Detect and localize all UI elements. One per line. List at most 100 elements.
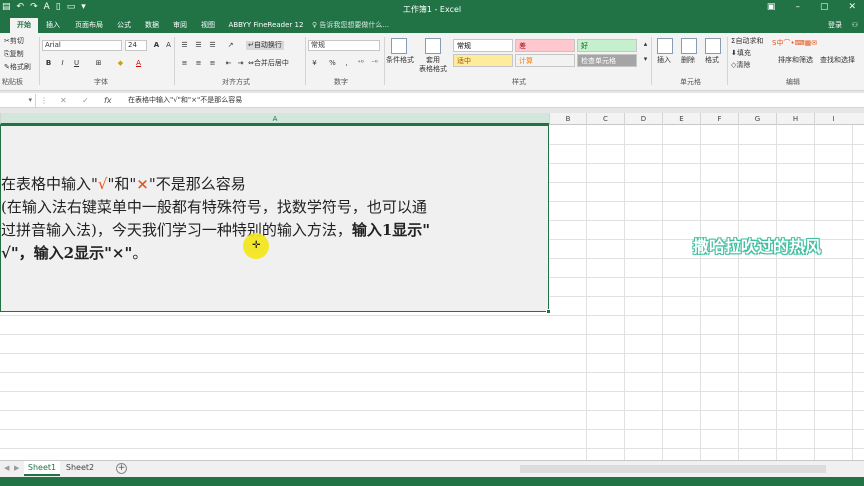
style-bad[interactable]: 差 <box>515 39 575 52</box>
insert-cells-icon[interactable] <box>657 38 673 54</box>
bold-button[interactable]: B <box>42 58 55 69</box>
share-icon[interactable]: ⚇ <box>852 18 858 33</box>
currency-icon[interactable]: ¥ <box>308 58 321 69</box>
percent-button[interactable]: % <box>326 58 339 69</box>
sheet-scroll-left-icon[interactable]: ◀ <box>4 464 9 472</box>
login-link[interactable]: 登录 <box>828 18 842 33</box>
fill-color-icon[interactable]: ◆ <box>114 58 127 69</box>
style-check-cell[interactable]: 检查单元格 <box>577 54 637 67</box>
delete-cells-icon[interactable] <box>681 38 697 54</box>
insert-function-button[interactable]: fx <box>104 94 112 107</box>
number-format-combo[interactable]: 常规 <box>308 40 380 51</box>
font-color-button[interactable]: A <box>132 58 145 69</box>
format-cells-button[interactable]: 格式 <box>705 56 719 65</box>
crosshair-cursor-icon: ✛ <box>252 240 261 251</box>
watermark: 撒哈拉吹过的热风 <box>693 237 822 256</box>
format-cells-icon[interactable] <box>705 38 721 54</box>
formula-input[interactable]: 在表格中输入"√"和"×"不是那么容易 <box>128 94 242 107</box>
cross-mark-symbol: × <box>136 175 149 193</box>
tab-data[interactable]: 数据 <box>141 18 163 33</box>
style-normal[interactable]: 常规 <box>453 39 513 52</box>
cells-group-label: 单元格 <box>680 78 701 86</box>
decrease-decimal-icon[interactable]: ⁻⁰ <box>368 58 381 69</box>
worksheet-grid[interactable]: A B C D E F G H I 在表格中输入"√"和"×"不是那么容易 (在… <box>0 113 864 460</box>
align-middle-icon[interactable]: ☰ <box>192 40 205 51</box>
row-gridline <box>0 391 864 392</box>
delete-cells-button[interactable]: 删除 <box>681 56 695 65</box>
cell-a1-selected[interactable]: 在表格中输入"√"和"×"不是那么容易 (在输入法右键菜单中一般都有特殊符号，找… <box>0 125 551 314</box>
tab-home[interactable]: 开始 <box>10 18 38 33</box>
cut-button[interactable]: ✂剪切 <box>4 37 24 46</box>
tell-me-search[interactable]: ♀ 告诉我您想要做什么... <box>312 18 389 33</box>
column-header-h[interactable]: H <box>776 113 814 125</box>
increase-indent-icon[interactable]: ⇥ <box>234 58 247 69</box>
add-sheet-button[interactable]: + <box>116 463 127 474</box>
tab-review[interactable]: 审阅 <box>169 18 191 33</box>
merge-center-button[interactable]: ⇔合并后居中 <box>248 59 289 68</box>
bold-text-segment: √"，输入2显示"×" <box>1 244 133 262</box>
insert-cells-button[interactable]: 插入 <box>657 56 671 65</box>
tab-formulas[interactable]: 公式 <box>113 18 135 33</box>
column-header-c[interactable]: C <box>586 113 624 125</box>
cell-line-3: 过拼音输入法)，今天我们学习一种特别的输入方法，输入1显示" <box>1 219 546 242</box>
table-format-button[interactable]: 套用 表格格式 <box>417 56 449 74</box>
column-header-g[interactable]: G <box>738 113 776 125</box>
name-box[interactable]: ▾ <box>0 94 36 107</box>
group-divider <box>174 37 175 85</box>
number-group-label: 数字 <box>334 78 348 86</box>
column-header-f[interactable]: F <box>700 113 738 125</box>
fill-handle[interactable] <box>546 309 551 314</box>
wrap-text-button[interactable]: ↵自动换行 <box>246 41 284 50</box>
sort-filter-button[interactable]: 排序和筛选 <box>778 56 813 65</box>
column-header-a[interactable]: A <box>0 113 549 125</box>
align-left-icon[interactable]: ≡ <box>178 58 191 69</box>
enter-entry-icon[interactable]: ✓ <box>82 94 89 107</box>
italic-button[interactable]: I <box>56 58 69 69</box>
sheet-tab-sheet2[interactable]: Sheet2 <box>62 461 98 476</box>
style-good[interactable]: 好 <box>577 39 637 52</box>
clear-button[interactable]: ◇清除 <box>731 61 750 70</box>
window-controls: ▣ – ▢ ✕ <box>767 2 856 12</box>
align-center-icon[interactable]: ≡ <box>192 58 205 69</box>
font-name-combo[interactable]: Arial <box>42 40 122 51</box>
comma-button[interactable]: , <box>340 58 353 69</box>
increase-decimal-icon[interactable]: ⁺⁰ <box>354 58 367 69</box>
font-size-combo[interactable]: 24 <box>125 40 147 51</box>
orientation-icon[interactable]: ↗ <box>224 40 237 51</box>
find-select-button[interactable]: 查找和选择 <box>820 56 855 65</box>
format-painter-button[interactable]: ✎格式刷 <box>4 63 31 72</box>
maximize-icon[interactable]: ▢ <box>820 2 829 12</box>
formula-bar-options-icon[interactable]: ⋮ <box>40 94 48 107</box>
tab-page-layout[interactable]: 页面布局 <box>70 18 108 33</box>
close-icon[interactable]: ✕ <box>848 2 856 12</box>
tab-abbyy[interactable]: ABBYY FineReader 12 <box>226 18 306 33</box>
tab-view[interactable]: 视图 <box>197 18 219 33</box>
ime-toolbar-icon[interactable]: S中⌒•⌨▦✉ <box>772 39 817 48</box>
column-header-d[interactable]: D <box>624 113 662 125</box>
column-header-b[interactable]: B <box>549 113 586 125</box>
borders-icon[interactable]: ⊞ <box>92 58 105 69</box>
column-header-e[interactable]: E <box>662 113 700 125</box>
autosum-button[interactable]: Σ自动求和 <box>731 37 763 46</box>
conditional-format-button[interactable]: 条件格式 <box>386 56 414 65</box>
style-calculation[interactable]: 计算 <box>515 54 575 67</box>
table-format-icon[interactable] <box>425 38 441 54</box>
horizontal-scrollbar[interactable] <box>520 465 826 473</box>
minimize-icon[interactable]: – <box>795 2 800 12</box>
sheet-tab-sheet1[interactable]: Sheet1 <box>24 461 60 476</box>
sheet-scroll-right-icon[interactable]: ▶ <box>14 464 19 472</box>
tab-insert[interactable]: 插入 <box>42 18 64 33</box>
clipboard-group-label: 粘贴板 <box>2 78 23 86</box>
underline-button[interactable]: U <box>70 58 83 69</box>
align-top-icon[interactable]: ☰ <box>178 40 191 51</box>
ribbon-display-icon[interactable]: ▣ <box>767 2 776 12</box>
conditional-format-icon[interactable] <box>391 38 407 54</box>
align-bottom-icon[interactable]: ☰ <box>206 40 219 51</box>
column-header-i[interactable]: I <box>814 113 852 125</box>
cell-line-2: (在输入法右键菜单中一般都有特殊符号，找数学符号，也可以通 <box>1 198 427 216</box>
cancel-entry-icon[interactable]: ✕ <box>60 94 67 107</box>
style-neutral[interactable]: 适中 <box>453 54 513 67</box>
fill-button[interactable]: ⬇填充 <box>731 49 751 58</box>
align-right-icon[interactable]: ≡ <box>206 58 219 69</box>
copy-button[interactable]: ⎘复制 <box>4 50 24 59</box>
